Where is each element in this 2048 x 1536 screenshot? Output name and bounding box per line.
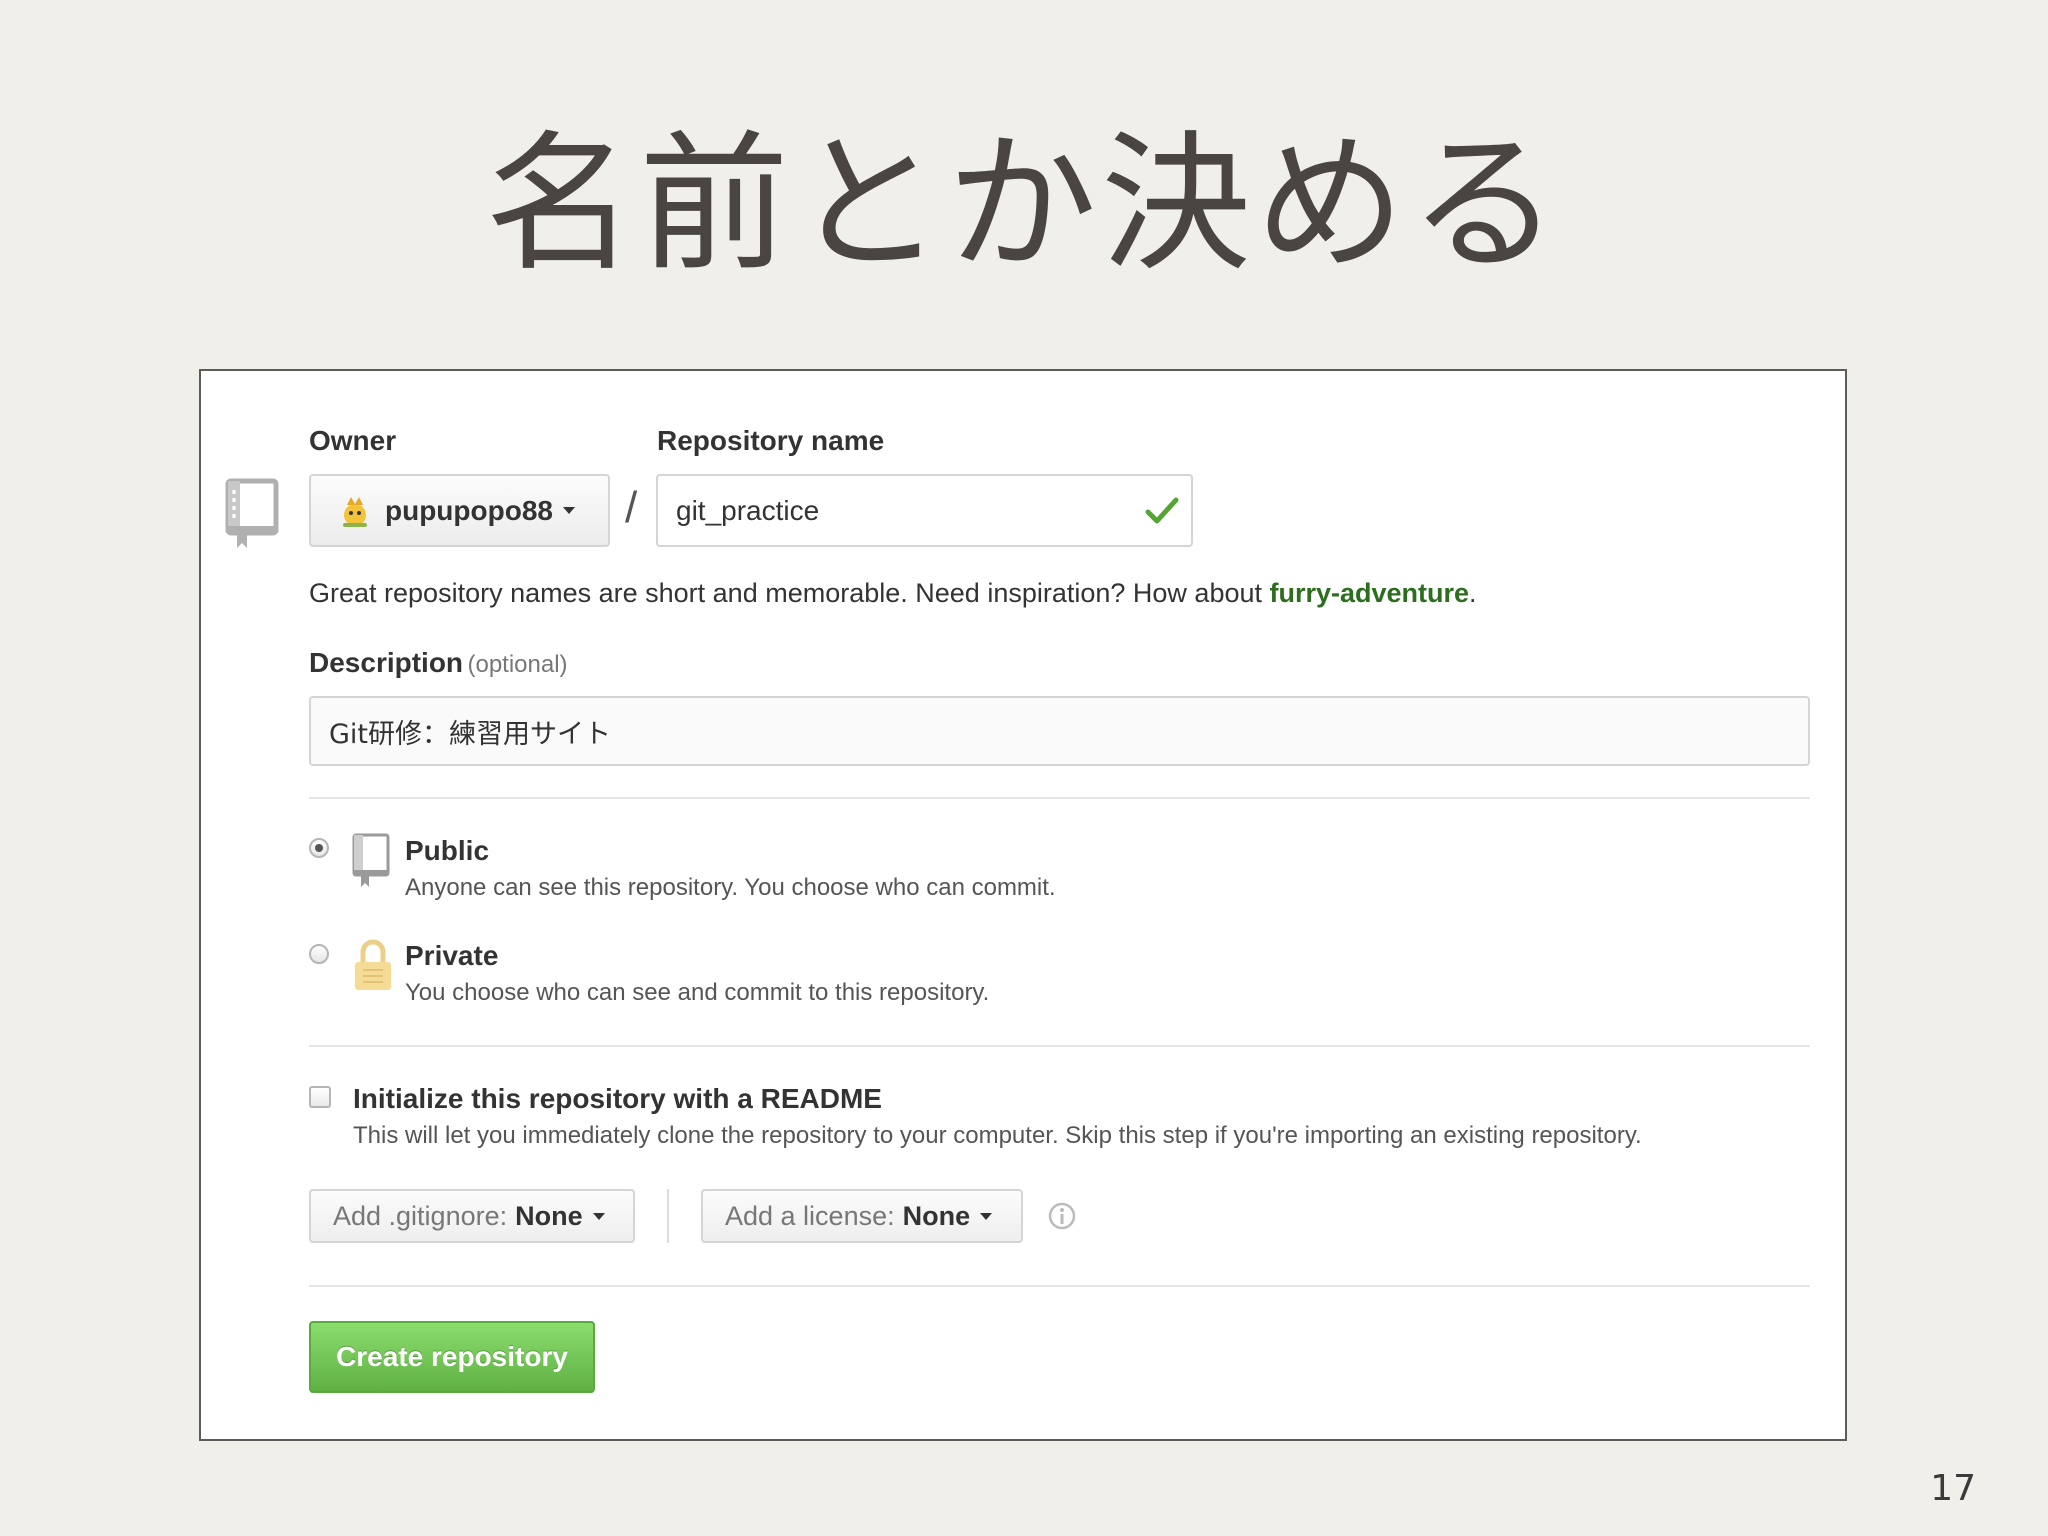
- gitignore-select[interactable]: Add .gitignore: None: [309, 1189, 635, 1243]
- select-divider: [667, 1189, 669, 1243]
- hint-text: Great repository names are short and mem…: [309, 578, 1270, 608]
- gitignore-value: None: [515, 1200, 583, 1231]
- repository-name-label: Repository name: [657, 425, 885, 456]
- license-prefix: Add a license:: [725, 1200, 895, 1231]
- gitignore-prefix: Add .gitignore:: [333, 1200, 508, 1231]
- readme-description: This will let you immediately clone the …: [353, 1122, 1642, 1149]
- chevron-down-icon: [980, 1212, 993, 1220]
- divider: [309, 797, 1810, 799]
- page-number: 17: [1930, 1468, 1976, 1509]
- repository-name-value: git_practice: [676, 494, 820, 526]
- description-input[interactable]: Git研修：練習用サイト: [309, 696, 1810, 766]
- info-icon[interactable]: [1047, 1201, 1077, 1236]
- private-radio[interactable]: [309, 944, 329, 964]
- slide-title: 名前とか決める: [484, 118, 1563, 292]
- chevron-down-icon: [562, 507, 575, 514]
- description-label-row: Description (optional): [309, 647, 568, 679]
- repo-book-icon: [225, 478, 281, 555]
- divider: [309, 1285, 1810, 1287]
- private-title: Private: [405, 940, 499, 971]
- license-select[interactable]: Add a license: None: [701, 1189, 1023, 1243]
- name-suggestion-link[interactable]: furry-adventure: [1270, 578, 1470, 608]
- public-radio[interactable]: [309, 838, 329, 858]
- description-value: Git研修：練習用サイト: [329, 718, 612, 750]
- check-icon: [1145, 496, 1179, 533]
- public-repo-icon: [352, 833, 392, 894]
- private-lock-icon: [352, 938, 394, 999]
- hint-period: .: [1469, 578, 1477, 608]
- create-repository-button[interactable]: Create repository: [309, 1321, 595, 1393]
- description-optional: (optional): [467, 651, 568, 678]
- private-description: You choose who can see and commit to thi…: [405, 979, 990, 1006]
- public-description: Anyone can see this repository. You choo…: [405, 874, 1056, 901]
- owner-value: pupupopo88: [385, 494, 553, 526]
- owner-avatar-icon: [337, 493, 373, 529]
- license-value: None: [902, 1200, 971, 1231]
- repository-name-hint: Great repository names are short and mem…: [309, 578, 1477, 609]
- public-title: Public: [405, 835, 490, 866]
- chevron-down-icon: [592, 1212, 605, 1220]
- divider: [309, 1045, 1810, 1047]
- owner-repo-separator: /: [625, 483, 638, 532]
- readme-title: Initialize this repository with a README: [353, 1083, 882, 1114]
- repository-name-input[interactable]: git_practice: [656, 474, 1193, 547]
- readme-checkbox[interactable]: [309, 1086, 331, 1108]
- new-repository-form: Owner Repository name pupupopo88 / git_p…: [199, 369, 1847, 1441]
- owner-select[interactable]: pupupopo88: [309, 474, 610, 547]
- description-label: Description: [309, 647, 464, 678]
- owner-label: Owner: [309, 425, 397, 456]
